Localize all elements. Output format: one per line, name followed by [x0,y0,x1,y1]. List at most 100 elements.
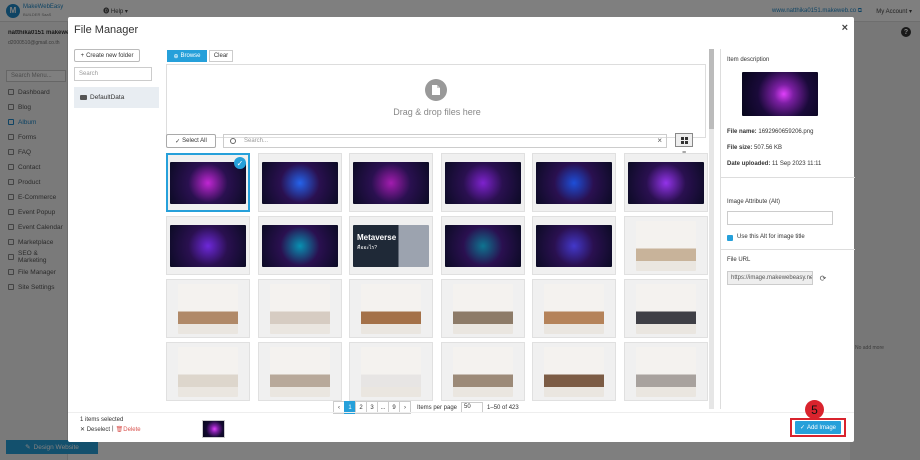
create-folder-button[interactable]: + Create new folder [74,49,140,62]
folder-icon [80,95,87,100]
delete-button[interactable]: 🗑Delete [116,426,141,433]
drop-text: Drag & drop files here [393,107,481,117]
image-thumbnail[interactable] [440,279,525,338]
annotation-box [790,418,846,437]
upload-icon: ⊕ [173,53,179,60]
image-thumbnail[interactable] [532,342,616,401]
image-thumbnail[interactable] [623,342,708,401]
date-label: Date uploaded: [727,161,771,167]
thumbnail-image [536,161,612,204]
image-thumbnail[interactable] [257,216,342,275]
image-search-input[interactable]: Search... × [223,134,667,148]
thumbnail-image [269,346,330,397]
image-thumbnail[interactable] [532,279,616,338]
file-name-label: File name: [727,129,757,135]
check-icon: ✓ [175,138,181,145]
thumbnail-image [170,224,246,267]
image-thumbnail[interactable] [532,216,616,275]
thumbnail-image [353,161,429,204]
thumbnail-image [635,220,696,271]
thumbnail-image [544,283,604,334]
footer-actions: ✕ Deselect | 🗑Delete [80,426,141,433]
thumbnail-image [361,283,421,334]
file-url-field[interactable]: https://image.makewebeasy.ne [727,271,813,285]
image-thumbnail[interactable] [166,279,250,338]
image-thumbnail[interactable] [257,279,342,338]
detail-divider [721,249,855,250]
image-thumbnail[interactable]: ✓ [166,153,250,212]
item-details-panel: Item description File name: 169296065920… [720,49,855,409]
deselect-label: Deselect [86,427,111,433]
thumbnail-image [536,224,612,267]
thumbnail-image [452,346,513,397]
image-thumbnail[interactable] [623,216,708,275]
thumbnail-image [269,283,330,334]
image-thumbnail[interactable] [166,216,250,275]
drop-zone[interactable]: Drag & drop files here [166,64,706,138]
thumbnail-heading: Metaverse [357,232,397,242]
selected-thumbnail [202,420,225,438]
image-thumbnail[interactable] [623,153,708,212]
items-per-page-label: Items per page [417,404,458,411]
thumbnail-image [361,346,421,397]
image-thumbnail[interactable] [623,279,708,338]
file-icon [425,79,447,101]
modal-title: File Manager [74,24,139,36]
close-icon[interactable]: × [842,22,848,34]
thumbnail-image [261,224,338,267]
image-thumbnail[interactable] [349,153,433,212]
file-size-label: File size: [727,145,753,151]
browse-tab[interactable]: ⊕ Browse [167,50,207,62]
annotation-marker: 5 [805,400,824,419]
image-thumbnail[interactable] [349,342,433,401]
thumbnail-image [635,346,696,397]
folder-search-input[interactable]: Search [74,67,152,81]
image-thumbnail[interactable] [166,342,250,401]
thumbnail-image: Metaverse คืออะไร? [353,224,429,267]
refresh-icon[interactable]: ⟳ [817,271,829,285]
file-size-value: 507.56 KB [754,145,783,151]
check-icon: ✓ [234,157,246,169]
thumbnail-image [178,283,238,334]
grid-view-icon[interactable] [675,133,693,147]
image-thumbnail[interactable] [440,342,525,401]
select-all-label: Select All [182,138,207,144]
alt-text-input[interactable] [727,211,833,225]
selected-count: 1 items selected [80,417,124,423]
detail-divider [721,177,855,178]
separator: | [112,426,114,432]
folder-default-data[interactable]: DefaultData [74,87,159,108]
thumbnail-image [444,224,521,267]
image-thumbnail[interactable] [349,279,433,338]
clear-tab[interactable]: Clear [209,50,233,62]
clear-search-icon[interactable]: × [657,136,662,145]
image-attribute-label: Image Attribute (Alt) [727,199,781,205]
footer-divider [68,412,854,413]
thumbnail-image [452,283,513,334]
delete-label: Delete [123,427,141,433]
item-description-label: Item description [727,57,770,63]
select-all-button[interactable]: ✓ Select All [166,134,216,148]
file-manager-modal: File Manager × + Create new folder Search… [68,17,855,442]
plus-icon: + [80,52,85,59]
image-thumbnail[interactable] [440,153,525,212]
thumbnail-image [261,161,338,204]
image-thumbnail[interactable] [257,153,342,212]
browse-label: Browse [180,53,201,59]
image-thumbnail[interactable] [532,153,616,212]
image-thumbnail[interactable] [440,216,525,275]
image-search-placeholder: Search... [244,138,269,144]
image-thumbnail[interactable] [257,342,342,401]
thumbnail-image [170,161,246,204]
file-url-label: File URL [727,257,751,263]
thumbnail-image [178,346,238,397]
grid-scrollbar-thumb[interactable] [709,49,714,129]
folder-label: DefaultData [90,94,125,101]
image-thumbnail[interactable]: Metaverse คืออะไร? [349,216,433,275]
thumbnail-subheading: คืออะไร? [357,244,378,251]
use-alt-checkbox[interactable] [727,235,733,241]
use-alt-label: Use this Alt for image title [737,234,805,240]
thumbnail-image [635,283,696,334]
file-name-value: 1692960659206.png [758,129,814,135]
deselect-button[interactable]: ✕ Deselect [80,426,110,433]
